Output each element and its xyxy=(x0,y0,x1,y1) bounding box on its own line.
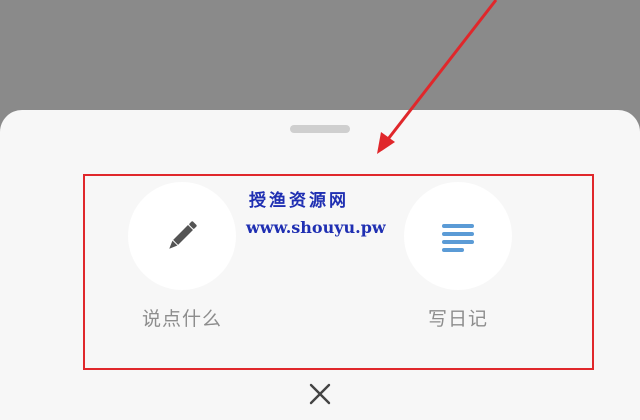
write-diary-label: 写日记 xyxy=(427,308,488,330)
write-diary-icon-circle[interactable] xyxy=(404,182,512,290)
watermark: 授渔资源网 www.shouyu.pw xyxy=(246,186,406,237)
say-something-button[interactable]: 说点什么 xyxy=(127,182,237,331)
close-icon xyxy=(309,383,331,405)
watermark-url: www.shouyu.pw xyxy=(246,218,386,237)
sheet-drag-handle[interactable] xyxy=(290,125,350,133)
close-button[interactable] xyxy=(306,380,334,408)
pencil-icon xyxy=(169,221,197,249)
text-lines-icon xyxy=(442,224,474,252)
screen: 说点什么 写日记 授渔资源网 www.shouyu.pw xyxy=(0,0,640,420)
watermark-title: 授渔资源网 xyxy=(249,191,349,211)
say-something-icon-circle[interactable] xyxy=(128,182,236,290)
write-diary-button[interactable]: 写日记 xyxy=(403,182,513,331)
say-something-label: 说点什么 xyxy=(141,308,222,330)
